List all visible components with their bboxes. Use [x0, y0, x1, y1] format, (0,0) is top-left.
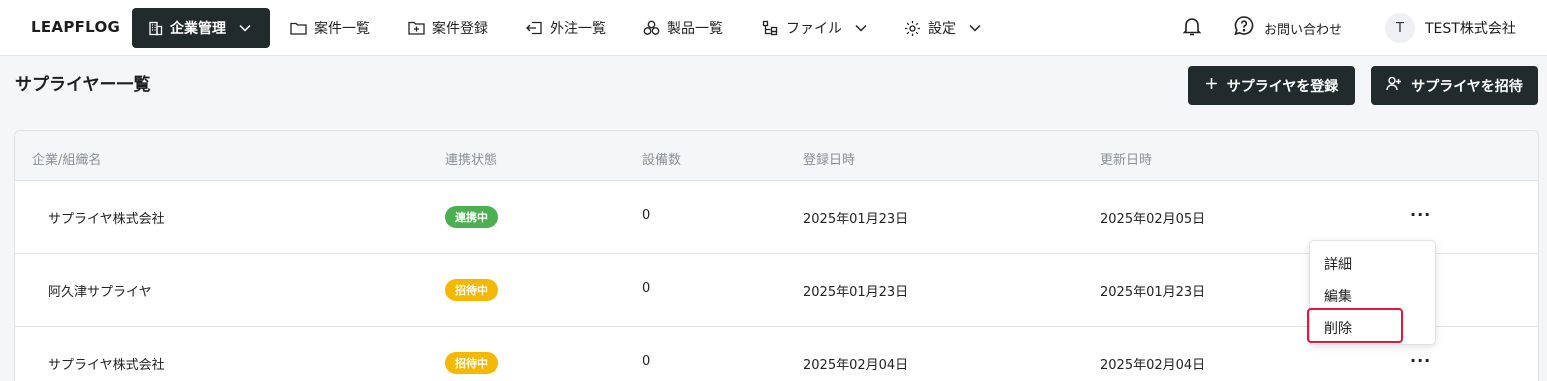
file-tree-icon: [762, 20, 779, 36]
folder-icon: [290, 21, 307, 35]
cubes-icon: [643, 20, 660, 36]
column-header-equipment: 設備数: [642, 153, 682, 168]
user-plus-icon: [1386, 76, 1402, 95]
top-navigation-bar: LEAPFLOG 企業管理 案件一覧 案件登録 外注一覧 製品一覧 ファイル 設…: [0, 0, 1547, 56]
account-menu[interactable]: T TEST株式会社: [1385, 8, 1516, 48]
nav-product-list[interactable]: 製品一覧: [643, 8, 723, 48]
plus-icon: [1205, 77, 1218, 94]
column-header-created: 登録日時: [803, 153, 856, 168]
column-header-updated: 更新日時: [1100, 153, 1153, 168]
invite-supplier-button[interactable]: サプライヤを招待: [1371, 66, 1538, 105]
table-header: 企業/組織名 連携状態 設備数 登録日時 更新日時: [15, 131, 1538, 181]
nav-company-management[interactable]: 企業管理: [132, 8, 270, 48]
nav-label: 案件登録: [432, 21, 488, 37]
contact-label: お問い合わせ: [1264, 22, 1343, 38]
chevron-down-icon: [855, 24, 867, 32]
equipment-count: 0: [642, 354, 651, 369]
row-actions-button[interactable]: ···: [1410, 205, 1431, 224]
page-title: サプライヤー一覧: [15, 75, 151, 95]
register-supplier-button[interactable]: サプライヤを登録: [1188, 66, 1355, 105]
nav-label: 案件一覧: [314, 21, 370, 37]
folder-plus-icon: [408, 21, 425, 35]
gear-icon: [904, 20, 921, 37]
nav-label: 企業管理: [170, 21, 226, 37]
status-badge: 招待中: [445, 352, 498, 374]
app-logo[interactable]: LEAPFLOG: [31, 18, 120, 36]
supplier-name: 阿久津サプライヤ: [48, 285, 152, 300]
status-badge: 連携中: [445, 206, 498, 228]
invite-supplier-label: サプライヤを招待: [1411, 78, 1523, 95]
row-actions-button[interactable]: ···: [1410, 351, 1431, 370]
nav-label: 外注一覧: [550, 21, 606, 37]
help-chat-icon: [1233, 15, 1255, 41]
building-icon: [148, 21, 163, 36]
register-supplier-label: サプライヤを登録: [1226, 78, 1339, 95]
nav-project-register[interactable]: 案件登録: [408, 8, 488, 48]
column-header-name: 企業/組織名: [32, 153, 102, 168]
nav-outsource-list[interactable]: 外注一覧: [526, 8, 606, 48]
updated-date: 2025年01月23日: [1100, 285, 1206, 300]
notification-bell-button[interactable]: [1181, 8, 1203, 48]
outsource-icon: [526, 21, 543, 35]
nav-settings-menu[interactable]: 設定: [904, 8, 981, 48]
column-header-status: 連携状態: [445, 153, 498, 168]
created-date: 2025年01月23日: [803, 285, 909, 300]
nav-project-list[interactable]: 案件一覧: [290, 8, 370, 48]
equipment-count: 0: [642, 208, 651, 223]
equipment-count: 0: [642, 281, 651, 296]
nav-label: ファイル: [786, 21, 842, 37]
created-date: 2025年02月04日: [803, 358, 909, 373]
status-badge: 招待中: [445, 279, 498, 301]
menu-item-edit[interactable]: 編集: [1324, 286, 1352, 306]
updated-date: 2025年02月04日: [1100, 358, 1206, 373]
avatar: T: [1385, 13, 1415, 43]
nav-label: 設定: [928, 21, 956, 37]
updated-date: 2025年02月05日: [1100, 212, 1206, 227]
company-name: TEST株式会社: [1425, 21, 1516, 37]
menu-item-details[interactable]: 詳細: [1324, 254, 1352, 274]
supplier-name: サプライヤ株式会社: [48, 358, 165, 373]
contact-link[interactable]: お問い合わせ: [1233, 8, 1342, 48]
chevron-down-icon: [969, 24, 981, 32]
nav-label: 製品一覧: [667, 21, 723, 37]
created-date: 2025年01月23日: [803, 212, 909, 227]
chevron-down-icon: [239, 24, 251, 32]
supplier-name: サプライヤ株式会社: [48, 212, 165, 227]
nav-file-menu[interactable]: ファイル: [762, 8, 867, 48]
delete-highlight-box: [1307, 308, 1403, 343]
bell-icon: [1181, 15, 1203, 41]
